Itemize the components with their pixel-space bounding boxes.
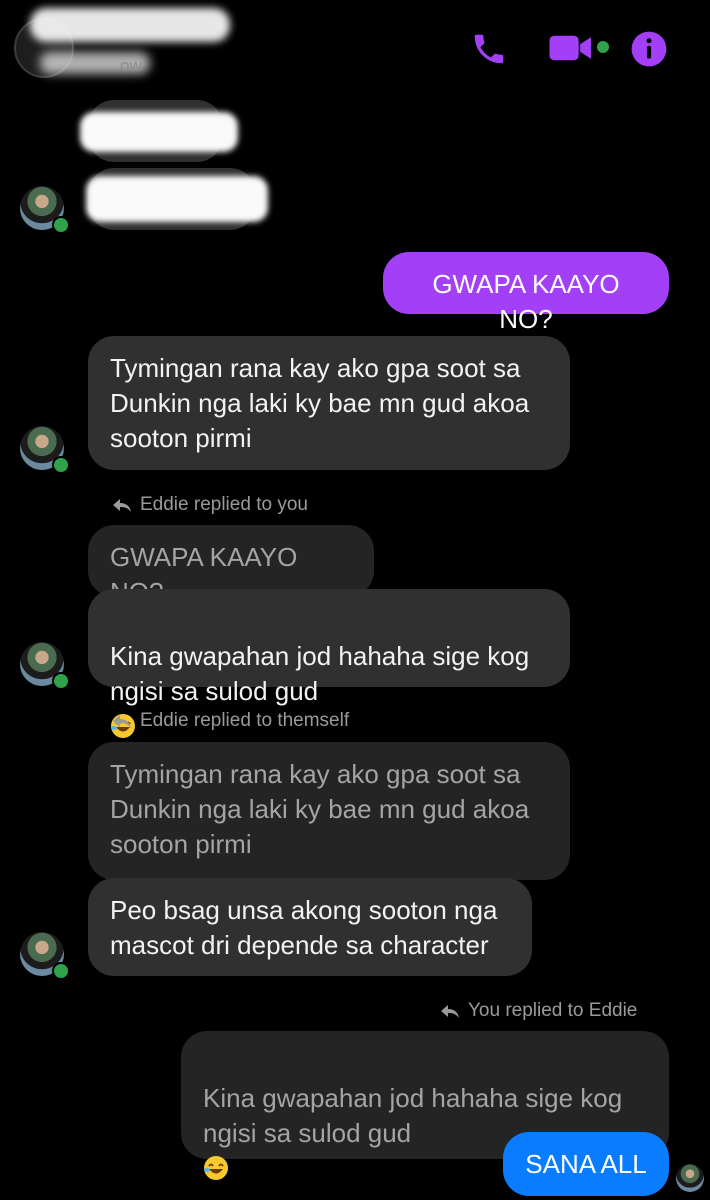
received-message-bubble[interactable]: Peo bsag unsa akong sooton nga mascot dr… [88, 878, 532, 976]
active-indicator [597, 41, 609, 53]
quoted-message-bubble[interactable]: Tymingan rana kay ako gpa soot sa Dunkin… [88, 742, 570, 880]
quoted-message-bubble[interactable]: GWAPA KAAYO NO? [88, 525, 374, 607]
contact-name-redacted[interactable] [30, 8, 230, 42]
message-text: Kina gwapahan jod hahaha sige kog ngisi … [110, 641, 530, 706]
sent-message-bubble[interactable]: SANA ALL [503, 1132, 669, 1196]
reply-arrow-icon [113, 499, 131, 512]
message-text-redacted [80, 112, 238, 152]
reply-label-text: Eddie replied to you [140, 494, 308, 515]
reply-indicator: Eddie replied to themself [112, 710, 349, 732]
chat-screen: ow GWAPA KAAYO NO? Tymingan rana kay ako… [0, 0, 710, 1200]
online-indicator [52, 456, 70, 474]
laughing-emoji-icon [204, 1156, 228, 1180]
seen-receipt-avatar [676, 1164, 704, 1192]
call-icon[interactable] [470, 30, 508, 68]
sent-message-bubble[interactable]: GWAPA KAAYO NO? [383, 252, 669, 334]
info-icon[interactable] [630, 30, 668, 68]
reply-label-text: You replied to Eddie [468, 1000, 638, 1021]
video-call-icon[interactable] [548, 30, 594, 66]
reply-indicator: You replied to Eddie [440, 1000, 637, 1022]
message-text-redacted [86, 176, 268, 222]
reply-label-text: Eddie replied to themself [140, 710, 350, 731]
reply-indicator: Eddie replied to you [112, 494, 308, 516]
online-indicator [52, 672, 70, 690]
chat-header: ow [0, 0, 710, 95]
reply-arrow-icon [113, 715, 131, 728]
online-indicator [52, 216, 70, 234]
online-indicator [52, 962, 70, 980]
active-status: ow [120, 56, 142, 75]
received-message-bubble[interactable]: Kina gwapahan jod hahaha sige kog ngisi … [88, 589, 570, 738]
received-message-bubble[interactable]: Tymingan rana kay ako gpa soot sa Dunkin… [88, 336, 570, 470]
reply-arrow-icon [441, 1005, 459, 1018]
